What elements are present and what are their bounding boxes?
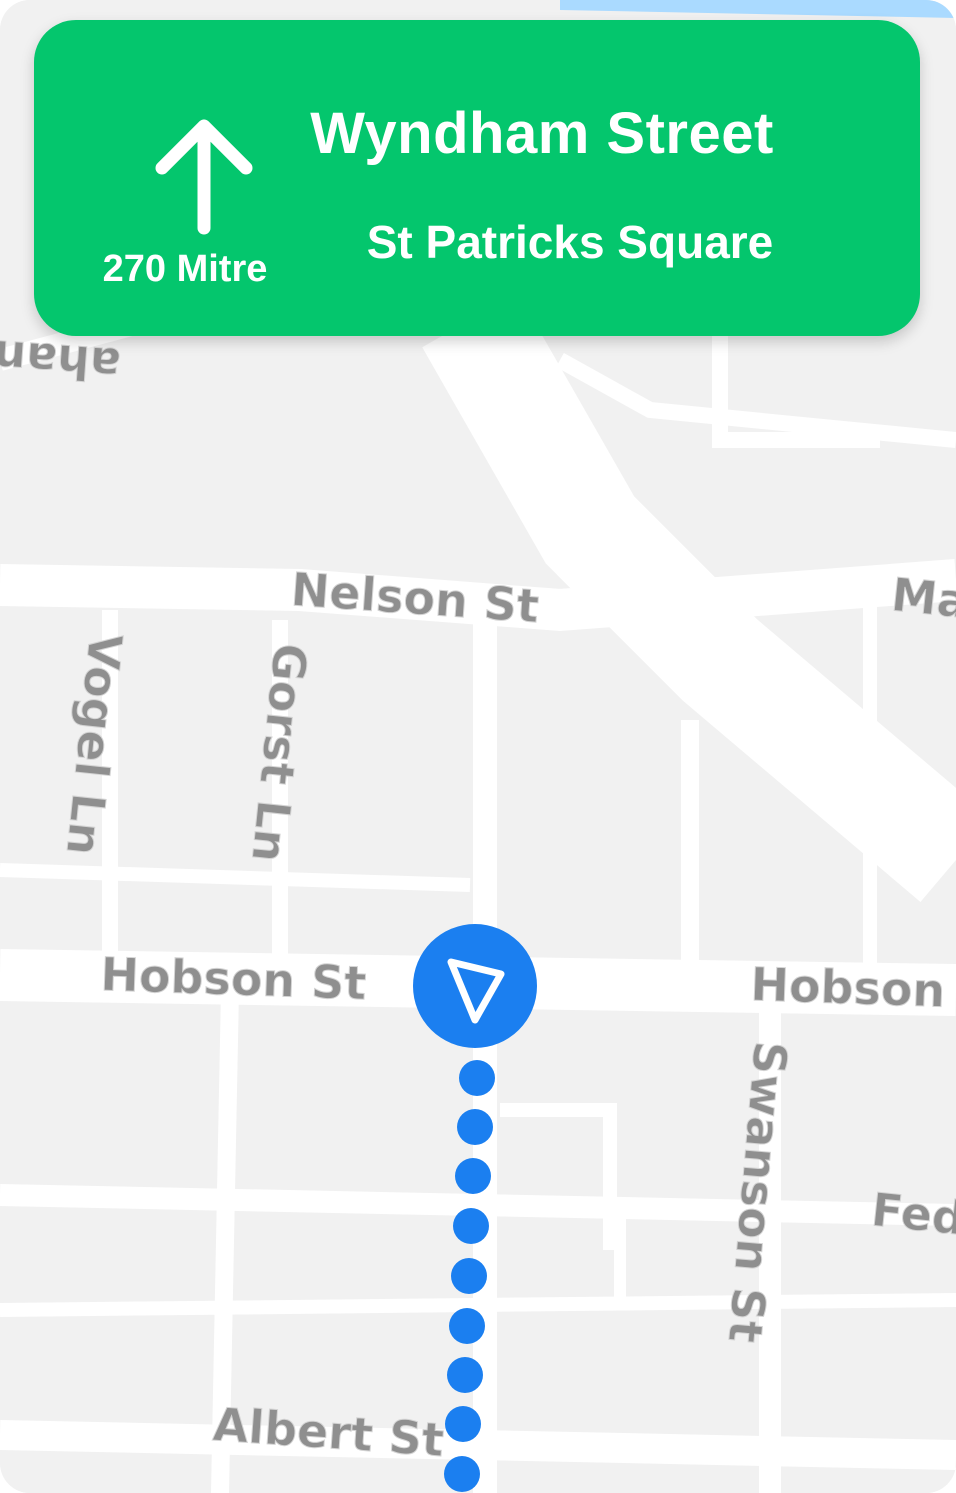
route-dot: [449, 1308, 485, 1344]
route-dot: [459, 1060, 495, 1096]
route-dot: [455, 1158, 491, 1194]
distance-label: 270 Mitre: [102, 248, 268, 290]
route-dot: [445, 1406, 481, 1442]
landmark-label: St Patricks Square: [366, 216, 774, 268]
street-label-top-right: Ma: [889, 567, 956, 629]
street-label-fed: Fed: [869, 1182, 956, 1245]
arrow-up-icon: [155, 119, 253, 235]
route-dot: [451, 1258, 487, 1294]
navigation-screen: Nelson St Vogel Ln Gorst Ln Hobson St Ho…: [0, 0, 956, 1493]
route-dot: [447, 1357, 483, 1393]
route-dot: [457, 1109, 493, 1145]
street-label-hobson: Hobson St: [100, 947, 368, 1010]
next-street-name: Wyndham Street: [310, 101, 774, 166]
street-label-hobson-right: Hobson: [750, 957, 947, 1018]
current-location-marker[interactable]: [413, 924, 537, 1048]
route-dot: [444, 1456, 480, 1492]
route-dot: [453, 1208, 489, 1244]
street-label-top-left: ahan: [0, 329, 122, 392]
navigation-pointer-icon: [447, 958, 505, 1024]
